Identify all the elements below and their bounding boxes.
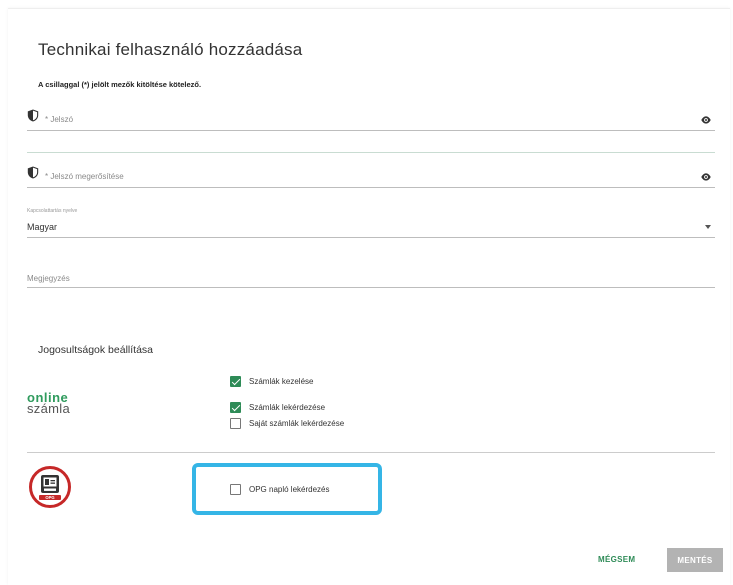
password-confirm-label: * Jelszó megerősítése <box>45 172 124 181</box>
divider <box>27 152 715 153</box>
password-label: * Jelszó <box>45 115 74 124</box>
checkbox[interactable] <box>230 418 241 429</box>
checkbox[interactable] <box>230 484 241 495</box>
permissions-title: Jogosultságok beállítása <box>38 344 153 356</box>
checkbox-label: Saját számlák lekérdezése <box>249 419 345 428</box>
permission-query-invoices[interactable]: Számlák lekérdezése <box>230 402 325 413</box>
cancel-button[interactable]: MÉGSEM <box>598 555 635 564</box>
online-szamla-logo: online számla <box>27 391 87 416</box>
checkbox[interactable] <box>230 402 241 413</box>
opg-badge-icon: OPG <box>29 466 71 508</box>
permission-opg-log[interactable]: OPG napló lekérdezés <box>230 484 330 495</box>
note-field[interactable]: Megjegyzés <box>27 272 715 288</box>
note-label: Megjegyzés <box>27 274 70 283</box>
checkbox-label: OPG napló lekérdezés <box>249 485 330 494</box>
eye-icon[interactable] <box>701 173 711 181</box>
checkbox-label: Számlák kezelése <box>249 377 314 386</box>
section-divider <box>27 452 715 453</box>
required-note: A csillaggal (*) jelölt mezők kitöltése … <box>38 80 202 89</box>
save-button[interactable]: MENTÉS <box>667 548 723 572</box>
password-confirm-field[interactable]: * Jelszó megerősítése <box>27 162 715 188</box>
eye-icon[interactable] <box>701 116 711 124</box>
password-field[interactable]: * Jelszó <box>27 105 715 131</box>
language-select[interactable]: Kapcsolattartás nyelve Magyar <box>27 208 715 238</box>
shield-icon <box>27 109 39 122</box>
permission-manage-invoices[interactable]: Számlák kezelése <box>230 376 313 387</box>
opg-badge-text: OPG <box>45 495 54 500</box>
shield-icon <box>27 166 39 179</box>
checkbox[interactable] <box>230 376 241 387</box>
chevron-down-icon[interactable] <box>705 225 711 229</box>
dialog-title: Technikai felhasználó hozzáadása <box>38 40 303 59</box>
language-label: Kapcsolattartás nyelve <box>27 208 78 214</box>
checkbox-label: Számlák lekérdezése <box>249 403 326 412</box>
language-value: Magyar <box>27 222 58 232</box>
permission-query-own-invoices[interactable]: Saját számlák lekérdezése <box>230 418 344 429</box>
logo-line2: számla <box>27 401 70 416</box>
